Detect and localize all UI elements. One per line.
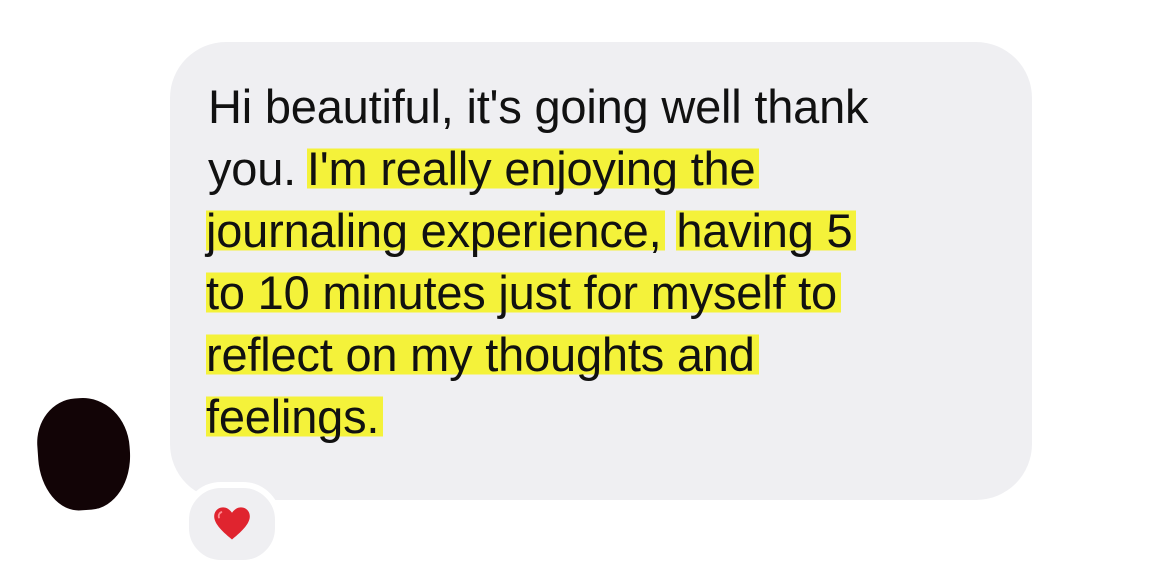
sender-avatar[interactable] bbox=[34, 394, 134, 514]
message-text: Hi beautiful, it's going well thank you.… bbox=[206, 76, 1002, 448]
highlighted-text: feelings. bbox=[206, 390, 384, 443]
message-line-6: feelings. bbox=[206, 386, 1002, 448]
highlighted-text: having 5 bbox=[676, 204, 857, 257]
highlighted-text: reflect on my thoughts and bbox=[206, 328, 759, 381]
message-line-2: you. I'm really enjoying the bbox=[208, 138, 1002, 200]
message-line-5: reflect on my thoughts and bbox=[206, 324, 1002, 386]
highlighted-text: I'm really enjoying the bbox=[306, 142, 760, 195]
message-line-1: Hi beautiful, it's going well thank bbox=[208, 76, 1002, 138]
message-bubble[interactable]: Hi beautiful, it's going well thank you.… bbox=[170, 42, 1032, 500]
red-heart-icon bbox=[214, 507, 250, 540]
message-text-segment: Hi beautiful, it's going well thank bbox=[208, 80, 869, 133]
highlighted-text: journaling experience, bbox=[206, 204, 666, 257]
message-text-segment: you. bbox=[208, 142, 309, 195]
reaction-badge[interactable] bbox=[183, 482, 281, 566]
message-line-3: journaling experience, having 5 bbox=[206, 200, 1002, 262]
highlighted-text: to 10 minutes just for myself to bbox=[206, 266, 841, 319]
message-line-4: to 10 minutes just for myself to bbox=[206, 262, 1002, 324]
